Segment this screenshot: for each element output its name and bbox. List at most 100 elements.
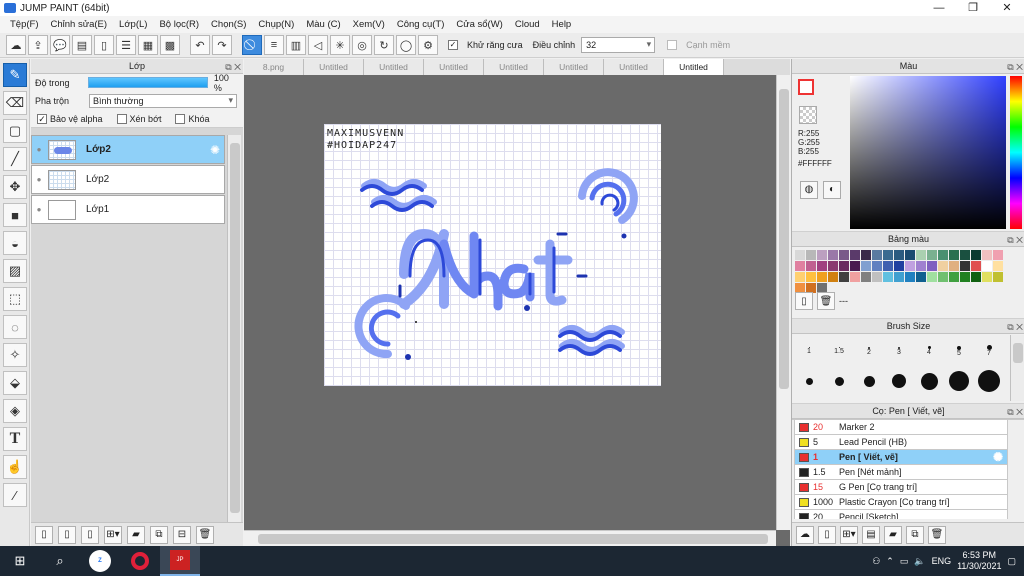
fill-rect-tool-icon[interactable]: ■ xyxy=(3,203,27,227)
line-tool-icon[interactable]: ╱ xyxy=(3,147,27,171)
brush-size-option[interactable] xyxy=(854,366,884,396)
menu-color[interactable]: Màu (C) xyxy=(300,19,346,30)
menu-edit[interactable]: Chỉnh sửa(E) xyxy=(45,19,114,30)
brush-size-option[interactable]: 5 xyxy=(944,336,974,366)
panel-close-icon[interactable]: ⧉ ✕ xyxy=(1007,320,1023,335)
menu-capture[interactable]: Chụp(N) xyxy=(252,19,300,30)
brush-item[interactable]: 20 Marker 2 xyxy=(794,420,1008,435)
palette-swatch[interactable] xyxy=(894,250,904,260)
tab-untitled[interactable]: Untitled xyxy=(304,59,364,75)
palette-swatch[interactable] xyxy=(839,261,849,271)
pen-tool-icon[interactable]: ✎ xyxy=(3,63,27,87)
smooth-edge-checkbox[interactable] xyxy=(667,40,678,50)
palette-swatch[interactable] xyxy=(960,272,970,282)
text-tool-icon[interactable]: T xyxy=(3,427,27,451)
palette-swatch[interactable] xyxy=(806,250,816,260)
zalo-app-icon[interactable]: Z xyxy=(80,546,120,576)
palette-swatch[interactable] xyxy=(927,261,937,271)
palette-swatch[interactable] xyxy=(828,261,838,271)
new-layer-icon[interactable]: ▯ xyxy=(35,525,53,544)
brush-size-scrollbar[interactable] xyxy=(1010,335,1024,401)
menu-view[interactable]: Xem(V) xyxy=(347,19,391,30)
palette-swatch[interactable] xyxy=(905,250,915,260)
brush-size-option[interactable]: 3 xyxy=(884,336,914,366)
palette-swatch[interactable] xyxy=(927,250,937,260)
add-swatch-icon[interactable]: ▯ xyxy=(795,292,813,310)
new-layer-8bit-icon[interactable]: ▯ xyxy=(58,525,76,544)
palette-swatch[interactable] xyxy=(960,250,970,260)
foreground-color-swatch[interactable] xyxy=(798,79,814,95)
canvas-vertical-scrollbar[interactable] xyxy=(776,75,790,530)
tab-8png[interactable]: 8.png xyxy=(244,59,304,75)
brush-size-option[interactable] xyxy=(944,366,974,396)
brush-size-option[interactable]: 7 xyxy=(974,336,1004,366)
brush-item[interactable]: 1000 Plastic Crayon [Cọ trang trí] xyxy=(794,495,1008,510)
palette-swatch[interactable] xyxy=(894,261,904,271)
delete-swatch-icon[interactable]: 🗑 xyxy=(817,292,835,310)
network-icon[interactable]: ▭ xyxy=(900,556,909,567)
new-folder-icon[interactable]: ▰ xyxy=(127,525,145,544)
cloud-brush-icon[interactable]: ☁ xyxy=(796,525,814,544)
windows-start-icon[interactable]: ⊞ xyxy=(0,546,40,576)
palette-swatch[interactable] xyxy=(828,250,838,260)
palette-swatch[interactable] xyxy=(949,272,959,282)
ruler-settings-icon[interactable]: ⚙ xyxy=(418,35,438,55)
concentric-ruler-icon[interactable]: ◎ xyxy=(352,35,372,55)
palette-swatches[interactable] xyxy=(795,250,1005,294)
blend-select[interactable]: Bình thường xyxy=(89,94,237,108)
close-button[interactable]: ✕ xyxy=(990,0,1024,16)
visibility-icon[interactable]: ● xyxy=(32,145,46,154)
duplicate-brush-icon[interactable]: ⧉ xyxy=(906,525,924,544)
brush-item[interactable]: 1 Pen [ Viết, vẽ] ✺ xyxy=(794,450,1008,465)
menu-file[interactable]: Tệp(F) xyxy=(4,19,45,30)
brush-settings-icon[interactable]: ▤ xyxy=(862,525,880,544)
brush-size-option[interactable]: 4 xyxy=(914,336,944,366)
cloud-save-icon[interactable]: ☁ xyxy=(6,35,26,55)
brush-size-option[interactable] xyxy=(884,366,914,396)
layer-settings-icon[interactable]: ✺ xyxy=(210,143,220,157)
gradient-tool-icon[interactable]: ▨ xyxy=(3,259,27,283)
brush-item[interactable]: 20 Pencil [Sketch] xyxy=(794,510,1008,519)
eraser-tool-icon[interactable]: ⌫ xyxy=(3,91,27,115)
new-layer-1bit-icon[interactable]: ▯ xyxy=(81,525,99,544)
redo-icon[interactable]: ↷ xyxy=(212,35,232,55)
brush-item[interactable]: 15 G Pen [Cọ trang trí] xyxy=(794,480,1008,495)
parallel-ruler-icon[interactable]: ≡ xyxy=(264,35,284,55)
palette-swatch[interactable] xyxy=(795,272,805,282)
list-icon[interactable]: ☰ xyxy=(116,35,136,55)
palette-swatch[interactable] xyxy=(850,250,860,260)
merge-layer-icon[interactable]: ⊟ xyxy=(173,525,191,544)
delete-layer-icon[interactable]: 🗑 xyxy=(196,525,214,544)
palette-swatch[interactable] xyxy=(883,261,893,271)
grid-settings-icon[interactable]: ▩ xyxy=(160,35,180,55)
palette-swatch[interactable] xyxy=(993,272,1003,282)
ellipse-ruler-icon[interactable]: ◯ xyxy=(396,35,416,55)
visibility-icon[interactable]: ● xyxy=(32,175,46,184)
palette-swatch[interactable] xyxy=(971,261,981,271)
panel-close-icon[interactable]: ⧉ ✕ xyxy=(1007,60,1023,75)
bucket-tool-icon[interactable]: ◒ xyxy=(3,231,27,255)
panel-close-icon[interactable]: ⧉ ✕ xyxy=(1007,405,1023,420)
opacity-slider[interactable] xyxy=(88,77,208,88)
transparent-color-swatch[interactable] xyxy=(799,106,817,124)
rectangle-tool-icon[interactable]: ▢ xyxy=(3,119,27,143)
no-ruler-icon[interactable]: ⃠ xyxy=(242,35,262,55)
duplicate-layer-icon[interactable]: ⧉ xyxy=(150,525,168,544)
palette-swatch[interactable] xyxy=(839,272,849,282)
panel-close-icon[interactable]: ⧉ ✕ xyxy=(1007,233,1023,248)
magic-wand-tool-icon[interactable]: ✧ xyxy=(3,343,27,367)
tab-untitled[interactable]: Untitled xyxy=(604,59,664,75)
tray-expand-icon[interactable]: ⌃ xyxy=(886,556,894,567)
menu-window[interactable]: Cửa sổ(W) xyxy=(450,19,508,30)
canvas-horizontal-scrollbar[interactable] xyxy=(244,530,776,546)
palette-swatch[interactable] xyxy=(872,250,882,260)
palette-swatch[interactable] xyxy=(949,261,959,271)
page-icon[interactable]: ▯ xyxy=(94,35,114,55)
palette-swatch[interactable] xyxy=(982,261,992,271)
comment-icon[interactable]: 💬 xyxy=(50,35,70,55)
export-icon[interactable]: ⇪ xyxy=(28,35,48,55)
palette-swatch[interactable] xyxy=(905,272,915,282)
palette-swatch[interactable] xyxy=(795,261,805,271)
palette-swatch[interactable] xyxy=(850,261,860,271)
brush-settings-icon[interactable]: ✺ xyxy=(993,450,1003,464)
